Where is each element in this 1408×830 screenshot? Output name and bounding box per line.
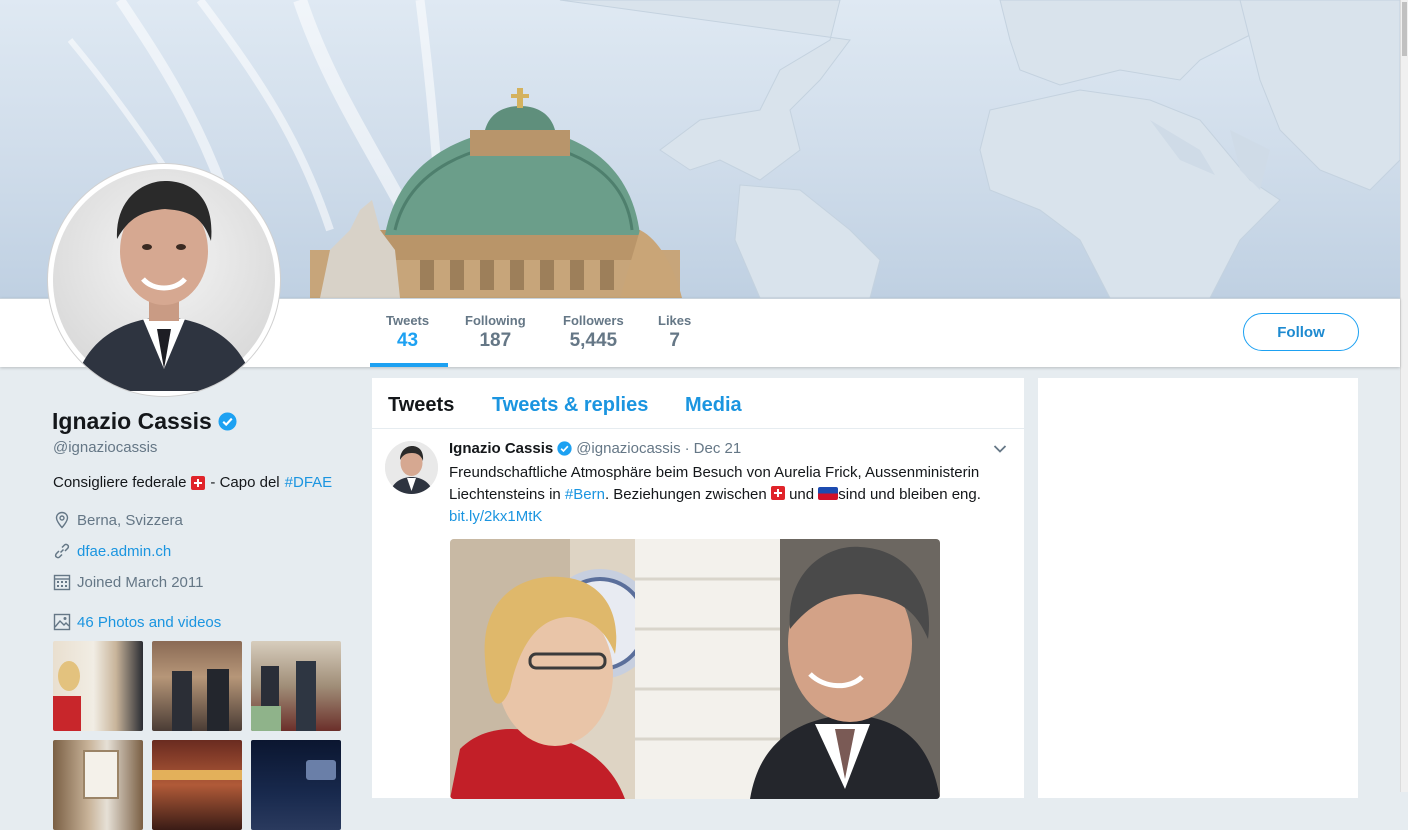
- stat-following[interactable]: Following 187: [465, 313, 526, 352]
- stat-label: Following: [465, 313, 526, 328]
- stat-value: 5,445: [569, 330, 618, 351]
- profile-handle[interactable]: @ignaziocassis: [53, 439, 157, 456]
- tweet-author-name[interactable]: Ignazio Cassis: [449, 440, 553, 457]
- tweet-hashtag-link[interactable]: #Bern: [565, 486, 605, 503]
- active-stat-underline: [370, 363, 448, 367]
- tweet-photo[interactable]: [450, 539, 940, 799]
- photos-and-videos-link[interactable]: 46 Photos and videos: [53, 613, 221, 631]
- page-scrollbar[interactable]: [1400, 0, 1408, 792]
- stat-followers[interactable]: Followers 5,445: [563, 313, 624, 352]
- tweet-date[interactable]: Dec 21: [694, 440, 742, 457]
- timeline-tabs: Tweets Tweets & replies Media: [372, 378, 1024, 429]
- photo-thumbnail[interactable]: [152, 740, 242, 830]
- photo-thumbnail[interactable]: [53, 641, 143, 731]
- photo-thumbnail[interactable]: [53, 740, 143, 830]
- tweet-text-segment: Liechtensteins in: [449, 486, 561, 503]
- photo-thumbnail[interactable]: [251, 641, 341, 731]
- photo-icon: [53, 613, 71, 631]
- tweet-text-segment: und: [789, 486, 815, 503]
- tweet-separator: ·: [684, 440, 690, 457]
- verified-badge-icon: [218, 412, 237, 431]
- tab-tweets-and-replies[interactable]: Tweets & replies: [492, 394, 648, 417]
- profile-avatar[interactable]: [48, 164, 280, 396]
- link-icon: [54, 543, 70, 559]
- tweet-author-avatar[interactable]: [385, 441, 438, 494]
- photo-thumbnail[interactable]: [152, 641, 242, 731]
- scrollbar-thumb[interactable]: [1402, 2, 1407, 56]
- stat-label: Likes: [658, 313, 692, 328]
- tweet-text-segment: . Beziehungen zwischen: [604, 486, 767, 503]
- tweet-text-segment: sind und bleiben eng.: [838, 486, 981, 503]
- stat-label: Followers: [563, 313, 624, 328]
- tweet-text-line: Liechtensteins in #Bern. Beziehungen zwi…: [449, 484, 1009, 506]
- stat-label: Tweets: [386, 313, 430, 328]
- liechtenstein-flag-icon: [818, 487, 839, 500]
- profile-name: Ignazio Cassis: [52, 408, 237, 435]
- tweet-text-line: Freundschaftliche Atmosphäre beim Besuch…: [449, 464, 980, 481]
- stat-value: 7: [669, 330, 680, 351]
- photos-link-text[interactable]: 46 Photos and videos: [77, 614, 221, 631]
- location-text: Berna, Svizzera: [77, 511, 183, 529]
- chevron-down-icon[interactable]: [993, 444, 1007, 454]
- joined-text: Joined March 2011: [77, 573, 204, 591]
- tab-tweets[interactable]: Tweets: [388, 394, 454, 417]
- profile-location: Berna, Svizzera: [53, 511, 183, 529]
- right-sidebar-panel: [1038, 378, 1358, 798]
- bio-text: - Capo del: [210, 474, 280, 491]
- profile-joined: Joined March 2011: [53, 573, 203, 591]
- verified-badge-icon: [557, 441, 572, 456]
- swiss-flag-icon: [191, 475, 206, 490]
- bio-text: Consigliere federale: [53, 474, 187, 491]
- tweet-header: Ignazio Cassis @ignaziocassis · Dec 21: [449, 440, 741, 457]
- calendar-icon: [53, 574, 71, 591]
- swiss-flag-icon: [770, 486, 785, 500]
- profile-website: dfae.admin.ch: [53, 542, 171, 560]
- follow-button[interactable]: Follow: [1243, 313, 1359, 351]
- bio-hashtag-link[interactable]: #DFAE: [285, 474, 333, 491]
- location-icon: [55, 511, 69, 529]
- profile-name-text[interactable]: Ignazio Cassis: [52, 408, 212, 435]
- photo-thumbnail[interactable]: [251, 740, 341, 830]
- profile-bio: Consigliere federale - Capo del #DFAE: [53, 474, 332, 491]
- tab-media[interactable]: Media: [685, 394, 742, 417]
- stat-tweets[interactable]: Tweets 43: [386, 313, 429, 352]
- tweets-timeline: Tweets Tweets & replies Media Ignazio Ca…: [372, 378, 1024, 799]
- tweet-text: Freundschaftliche Atmosphäre beim Besuch…: [449, 462, 1009, 528]
- stat-value: 43: [396, 330, 419, 351]
- stat-likes[interactable]: Likes 7: [658, 313, 691, 352]
- website-link[interactable]: dfae.admin.ch: [77, 543, 171, 560]
- tweet-author-handle[interactable]: @ignaziocassis: [576, 440, 680, 457]
- stat-value: 187: [479, 330, 512, 351]
- tweet-short-link[interactable]: bit.ly/2kx1MtK: [449, 506, 1009, 528]
